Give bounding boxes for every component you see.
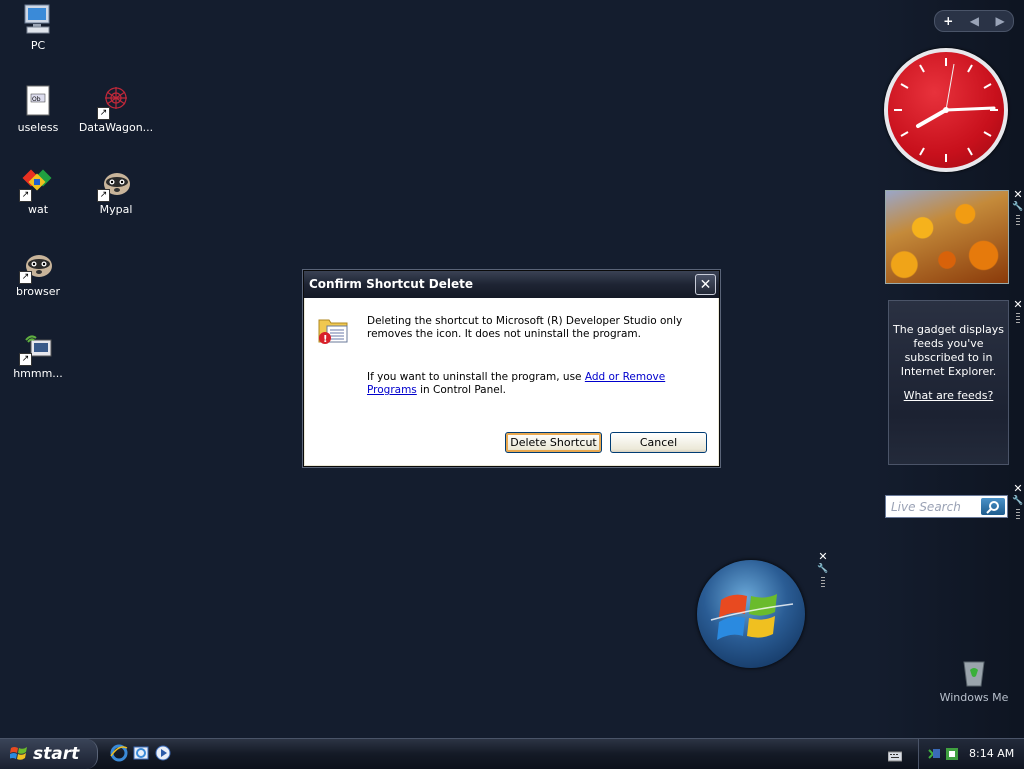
keyboard-icon[interactable] [887, 747, 903, 762]
dialog-message: Deleting the shortcut to Microsoft (R) D… [367, 315, 683, 340]
close-icon[interactable]: ✕ [1013, 483, 1022, 494]
add-gadget-icon[interactable]: + [943, 14, 953, 28]
windows-logo-gadget[interactable] [697, 560, 805, 668]
second-hand [945, 63, 955, 111]
dialog-body: ! Deleting the shortcut to Microsoft (R)… [305, 298, 718, 465]
what-are-feeds-link[interactable]: What are feeds? [889, 389, 1008, 402]
message-suffix: in Control Panel. [416, 384, 506, 396]
desktop-icon-wat[interactable]: ↗ wat [0, 166, 76, 216]
network-app-icon: ↗ [19, 330, 55, 366]
wat-icon: ↗ [19, 166, 55, 202]
desktop-icon-label: Mypal [99, 203, 133, 216]
live-search-gadget [885, 495, 1008, 518]
document-icon: Ob [21, 84, 55, 118]
desktop-icon-recycle-bin[interactable]: Windows Me [936, 656, 1012, 704]
logo-gadget-controls: ✕ 🔧 [817, 551, 829, 589]
network-icon[interactable] [927, 747, 941, 761]
close-icon: ✕ [699, 277, 712, 293]
recycle-bin-icon [963, 661, 985, 687]
cancel-button[interactable]: Cancel [610, 432, 707, 453]
media-player-icon[interactable] [154, 744, 172, 762]
svg-text:!: ! [323, 334, 328, 345]
drag-handle[interactable] [1016, 509, 1020, 521]
desktop-icon-label: hmmm... [13, 367, 63, 380]
search-button[interactable] [981, 498, 1005, 515]
drag-handle[interactable] [1016, 313, 1020, 325]
shortcut-arrow-icon: ↗ [19, 353, 32, 366]
clock-face [894, 58, 998, 162]
close-icon[interactable]: ✕ [1013, 299, 1022, 310]
windows-logo-icon [710, 594, 794, 640]
search-controls: ✕ 🔧 [1012, 483, 1024, 521]
confirm-shortcut-delete-dialog: Confirm Shortcut Delete ✕ ! Deleting the… [303, 270, 720, 467]
taskbar: start 8:14 AM [0, 738, 1024, 769]
drag-handle[interactable] [821, 577, 825, 589]
feeds-controls: ✕ [1013, 299, 1023, 325]
minute-hand [944, 106, 996, 112]
desktop-icon-pc[interactable]: PC [0, 2, 76, 52]
hour-hand [916, 108, 948, 128]
close-icon[interactable]: ✕ [1013, 189, 1022, 200]
shortcut-arrow-icon: ↗ [19, 189, 32, 202]
safely-remove-icon[interactable] [945, 747, 959, 761]
slideshow-gadget[interactable] [885, 190, 1009, 284]
svg-text:Ob: Ob [32, 96, 41, 103]
computer-icon [21, 2, 55, 36]
feeds-message: The gadget displays feeds you've subscri… [893, 323, 1005, 378]
raccoon-icon: ↗ [19, 248, 55, 284]
sidebar-controls: + ◀ ▶ [934, 10, 1014, 32]
shortcut-arrow-icon: ↗ [97, 107, 110, 120]
dialog-titlebar[interactable]: Confirm Shortcut Delete ✕ [304, 271, 719, 298]
delete-shortcut-button[interactable]: Delete Shortcut [505, 432, 602, 453]
next-icon[interactable]: ▶ [996, 14, 1005, 28]
desktop-icon-useless[interactable]: Ob useless [0, 84, 76, 134]
wrench-icon[interactable]: 🔧 [1012, 203, 1023, 212]
desktop-icon-datawagon[interactable]: ↗ DataWagon... [78, 84, 154, 134]
recycle-bin-label: Windows Me [939, 691, 1009, 704]
raccoon-icon: ↗ [97, 166, 133, 202]
wrench-icon[interactable]: 🔧 [817, 565, 828, 574]
dialog-title: Confirm Shortcut Delete [309, 277, 473, 291]
drag-handle[interactable] [1016, 215, 1020, 227]
desktop-icon-label: browser [15, 285, 60, 298]
close-button[interactable]: ✕ [695, 274, 716, 295]
desktop-icon-browser[interactable]: ↗ browser [0, 248, 76, 298]
search-icon [986, 500, 999, 514]
message-prefix: If you want to uninstall the program, us… [367, 371, 585, 383]
clock-gadget[interactable] [884, 48, 1008, 172]
outlook-express-icon[interactable] [132, 744, 150, 762]
system-tray: 8:14 AM [918, 739, 1024, 769]
previous-icon[interactable]: ◀ [970, 14, 979, 28]
start-button[interactable]: start [0, 739, 98, 769]
dialog-message-uninstall: If you want to uninstall the program, us… [367, 371, 707, 397]
taskbar-clock[interactable]: 8:14 AM [969, 747, 1014, 760]
internet-explorer-icon[interactable] [110, 744, 128, 762]
shortcut-arrow-icon: ↗ [19, 271, 32, 284]
desktop-icon-mypal[interactable]: ↗ Mypal [78, 166, 154, 216]
shortcut-warning-icon: ! [318, 319, 348, 345]
wrench-icon[interactable]: 🔧 [1012, 497, 1023, 506]
desktop-icon-label: useless [17, 121, 59, 134]
slideshow-controls: ✕ 🔧 [1012, 189, 1024, 227]
live-search-input[interactable] [888, 498, 986, 515]
datawagon-icon: ↗ [97, 84, 133, 120]
desktop-icon-label: PC [30, 39, 46, 52]
desktop-icon-hmmm[interactable]: ↗ hmmm... [0, 330, 76, 380]
shortcut-arrow-icon: ↗ [97, 189, 110, 202]
close-icon[interactable]: ✕ [818, 551, 827, 562]
feed-headlines-gadget: The gadget displays feeds you've subscri… [888, 300, 1009, 465]
desktop-icon-label: wat [27, 203, 49, 216]
windows-flag-icon [10, 747, 27, 760]
start-label: start [33, 744, 80, 764]
desktop-icon-label: DataWagon... [78, 121, 154, 134]
